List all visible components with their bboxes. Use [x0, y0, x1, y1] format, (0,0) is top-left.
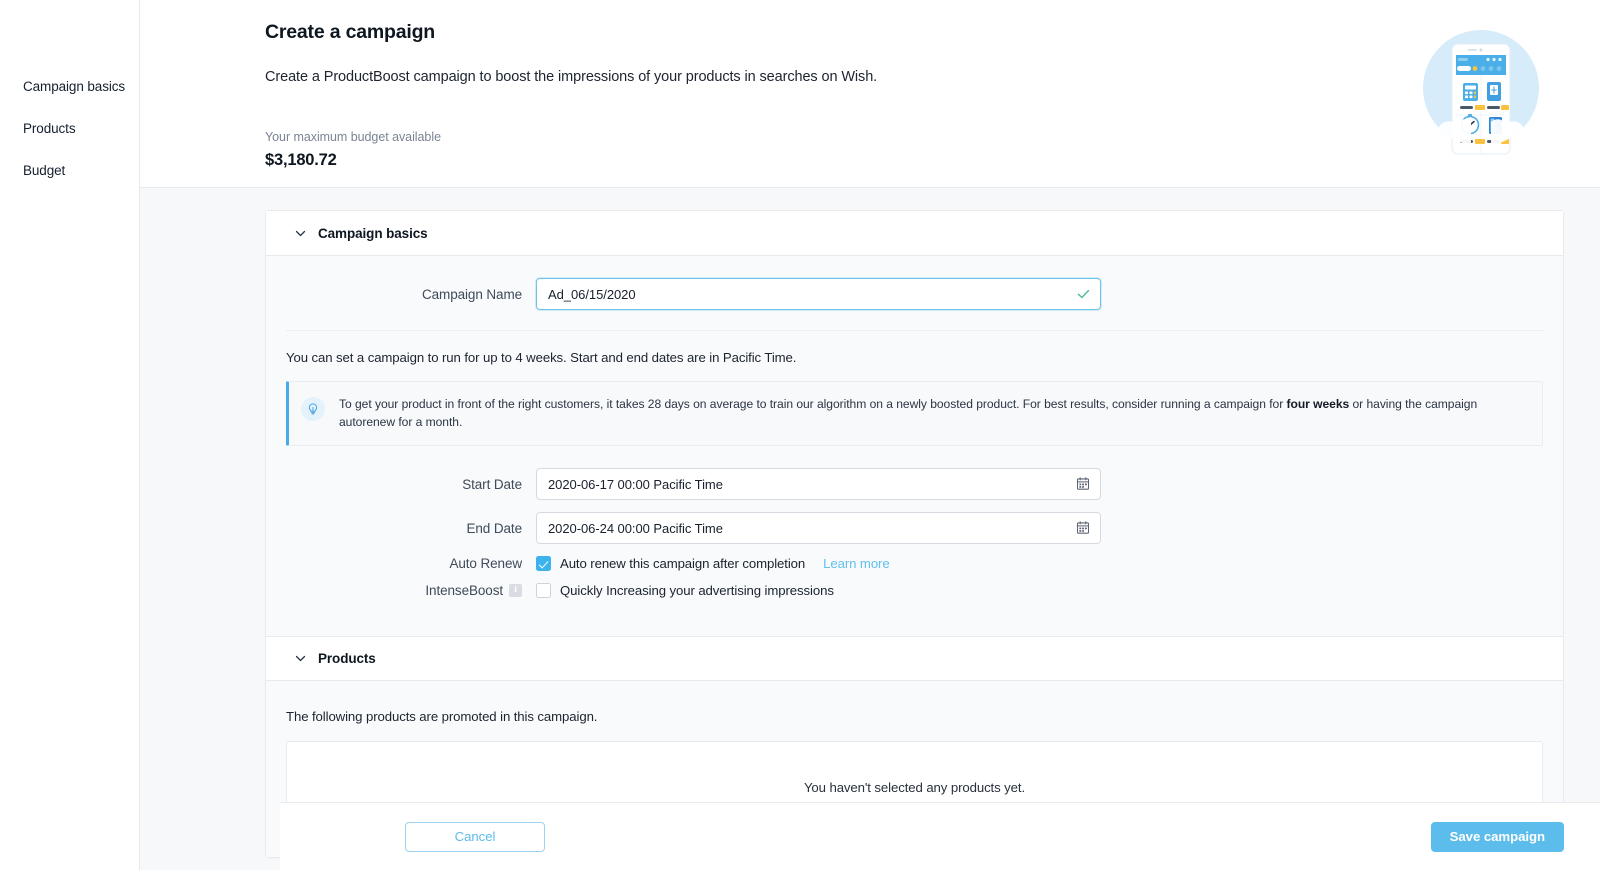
save-campaign-button[interactable]: Save campaign	[1431, 822, 1564, 852]
callout-text: To get your product in front of the righ…	[339, 396, 1526, 431]
end-date-input[interactable]	[536, 512, 1101, 544]
footer-action-bar: Cancel Save campaign	[280, 802, 1600, 870]
start-date-row: Start Date	[286, 468, 1543, 500]
products-empty-message: You haven't selected any products yet.	[804, 780, 1025, 795]
campaign-basics-body: Campaign Name You can set a cam	[266, 256, 1563, 636]
chevron-down-icon	[294, 227, 307, 240]
sidebar-item-campaign-basics[interactable]: Campaign basics	[0, 66, 139, 108]
section-title-campaign-basics: Campaign basics	[318, 226, 428, 241]
sidebar-item-budget[interactable]: Budget	[0, 150, 139, 192]
content-area: Campaign basics Campaign Name	[140, 188, 1600, 870]
form-divider	[286, 330, 1543, 331]
page-subtitle: Create a ProductBoost campaign to boost …	[265, 67, 1600, 87]
info-icon[interactable]: i	[509, 584, 522, 597]
max-budget-label: Your maximum budget available	[265, 129, 1600, 146]
calendar-icon[interactable]	[1076, 477, 1091, 492]
page-header: Create a campaign Create a ProductBoost …	[140, 0, 1600, 188]
auto-renew-checkbox[interactable]	[536, 556, 551, 571]
auto-renew-control: Auto renew this campaign after completio…	[536, 556, 1101, 571]
auto-renew-row: Auto Renew Auto renew this campaign afte…	[286, 556, 1543, 571]
campaign-name-row: Campaign Name	[286, 278, 1543, 310]
start-date-input[interactable]	[536, 468, 1101, 500]
campaign-form-card: Campaign basics Campaign Name	[265, 210, 1564, 858]
campaign-duration-help-text: You can set a campaign to run for up to …	[286, 350, 1543, 365]
campaign-name-label: Campaign Name	[286, 287, 536, 302]
page-title: Create a campaign	[265, 18, 1600, 46]
start-date-field	[536, 468, 1101, 500]
max-budget-value: $3,180.72	[265, 151, 1600, 170]
section-title-products: Products	[318, 651, 376, 666]
chevron-down-icon	[294, 652, 307, 665]
intense-boost-label-wrap: IntenseBoost i	[286, 583, 536, 598]
lightbulb-icon	[301, 397, 325, 421]
auto-renew-learn-more-link[interactable]: Learn more	[823, 556, 889, 571]
end-date-label: End Date	[286, 521, 536, 536]
intense-boost-checkbox-label: Quickly Increasing your advertising impr…	[560, 583, 834, 598]
intense-boost-control: Quickly Increasing your advertising impr…	[536, 583, 1101, 598]
sidebar-nav: Campaign basics Products Budget	[0, 0, 140, 870]
products-description: The following products are promoted in t…	[286, 709, 1543, 724]
start-date-label: Start Date	[286, 477, 536, 492]
algorithm-training-callout: To get your product in front of the righ…	[286, 381, 1543, 446]
auto-renew-checkbox-label: Auto renew this campaign after completio…	[560, 556, 805, 571]
campaign-name-input[interactable]	[536, 278, 1101, 310]
main-pane: Create a campaign Create a ProductBoost …	[140, 0, 1600, 870]
cancel-button[interactable]: Cancel	[405, 822, 545, 852]
end-date-row: End Date	[286, 512, 1543, 544]
end-date-field	[536, 512, 1101, 544]
callout-text-emphasis: four weeks	[1287, 397, 1350, 411]
sidebar-item-products[interactable]: Products	[0, 108, 139, 150]
create-campaign-page: Campaign basics Products Budget Create a…	[0, 0, 1600, 870]
calendar-icon[interactable]	[1076, 521, 1091, 536]
callout-text-part1: To get your product in front of the righ…	[339, 397, 1287, 411]
intense-boost-label: IntenseBoost	[425, 583, 503, 598]
phone-shopping-illustration	[1405, 28, 1557, 162]
section-header-campaign-basics[interactable]: Campaign basics	[266, 211, 1563, 256]
section-header-products[interactable]: Products	[266, 636, 1563, 681]
intense-boost-row: IntenseBoost i Quickly Increasing your a…	[286, 583, 1543, 598]
campaign-name-field	[536, 278, 1101, 310]
intense-boost-checkbox[interactable]	[536, 583, 551, 598]
auto-renew-label: Auto Renew	[286, 556, 536, 571]
max-budget-block: Your maximum budget available $3,180.72	[265, 129, 1600, 170]
